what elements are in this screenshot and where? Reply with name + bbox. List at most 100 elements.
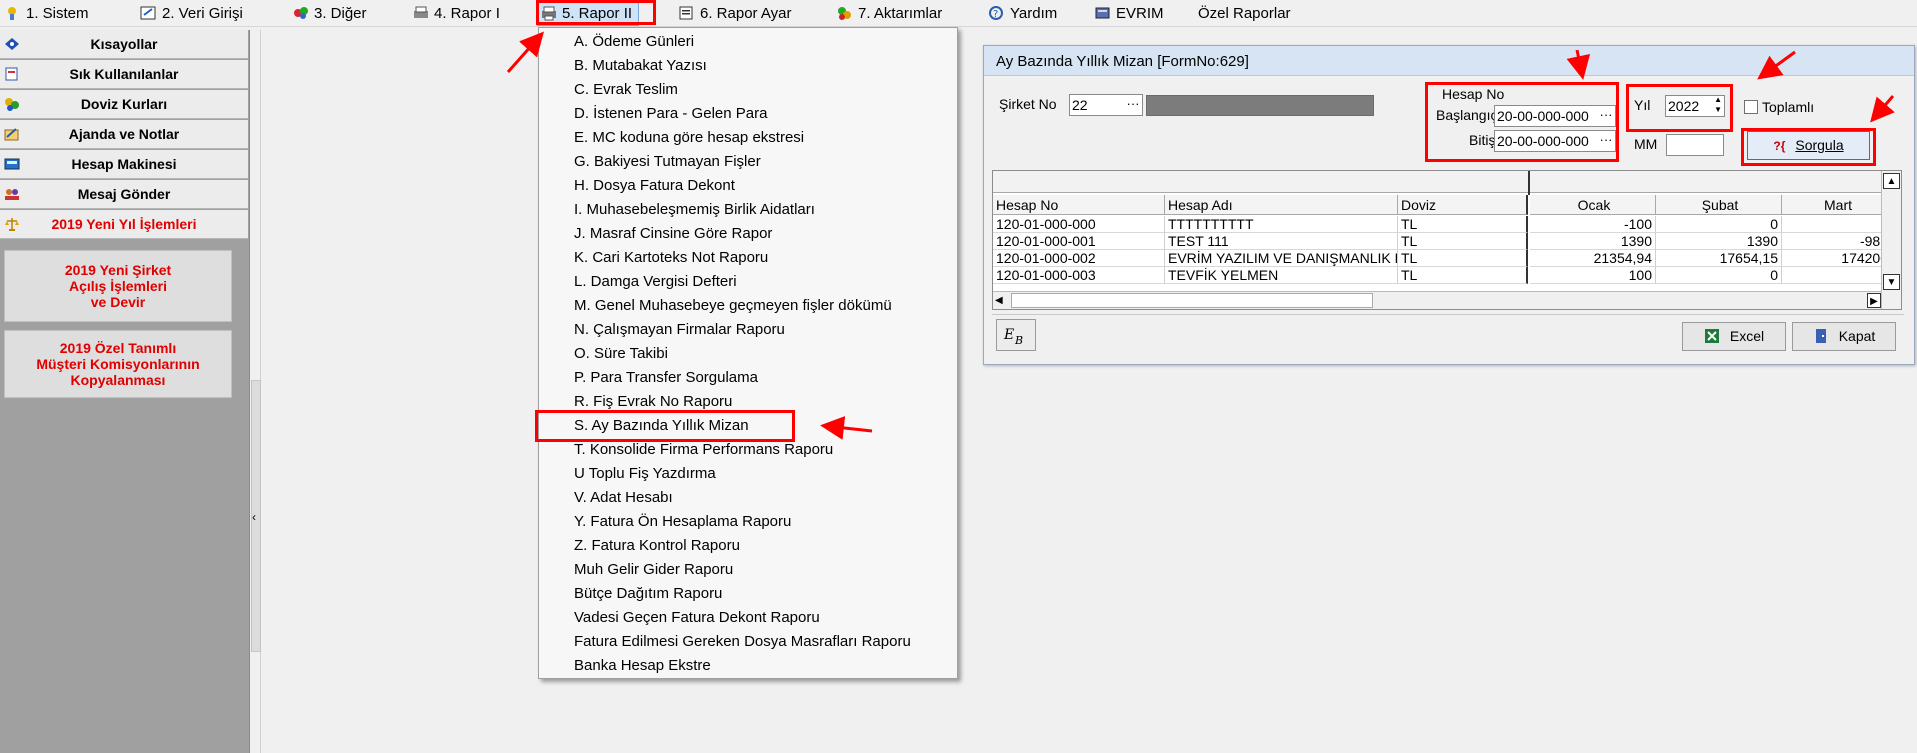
data-entry-icon xyxy=(140,6,156,20)
book-icon xyxy=(1095,7,1110,19)
table-cell: 21354,94 xyxy=(1530,250,1656,267)
year-spinner[interactable]: 2022 ▲ ▼ xyxy=(1665,95,1725,117)
scroll-down-icon[interactable]: ▼ xyxy=(1883,274,1900,290)
table-cell: TL xyxy=(1398,267,1528,284)
table-cell: 120-01-000-001 xyxy=(993,233,1165,250)
menu-item[interactable]: U Toplu Fiş Yazdırma xyxy=(574,463,716,485)
menu-item[interactable]: K. Cari Kartoteks Not Raporu xyxy=(574,247,768,269)
menu-sistem[interactable]: 1. Sistem xyxy=(2,2,89,25)
new-year-operations-button[interactable]: 2019 Yeni Yıl İşlemleri xyxy=(0,210,248,239)
menu-evrim[interactable]: EVRIM xyxy=(1092,2,1164,25)
menu-item[interactable]: Z. Fatura Kontrol Raporu xyxy=(574,535,740,557)
agenda-notes-button[interactable]: Ajanda ve Notlar xyxy=(0,120,248,149)
scroll-left-icon[interactable]: ◀ xyxy=(995,293,1009,308)
menu-veri-girisi[interactable]: 2. Veri Girişi xyxy=(138,2,243,25)
menu-item[interactable]: Vadesi Geçen Fatura Dekont Raporu xyxy=(574,607,820,629)
kapat-button[interactable]: Kapat xyxy=(1792,322,1896,351)
scales-icon xyxy=(5,218,19,231)
menu-item[interactable]: J. Masraf Cinsine Göre Rapor xyxy=(574,223,772,245)
menu-ozel-raporlar[interactable]: Özel Raporlar xyxy=(1196,2,1291,25)
calculator-icon xyxy=(4,158,20,170)
menu-item[interactable]: N. Çalışmayan Firmalar Raporu xyxy=(574,319,785,341)
menu-rapor-2[interactable]: 5. Rapor II xyxy=(536,1,640,26)
favorites-icon xyxy=(5,67,18,81)
system-icon xyxy=(8,7,16,20)
menu-item[interactable]: E. MC koduna göre hesap ekstresi xyxy=(574,127,804,149)
col-header-hesap-adi[interactable]: Hesap Adı xyxy=(1165,195,1398,215)
end-account-input[interactable]: 20-00-000-000 ··· xyxy=(1494,130,1616,152)
horizontal-scroll-thumb[interactable] xyxy=(1011,293,1373,308)
scroll-right-icon[interactable]: ▶ xyxy=(1867,293,1881,308)
sorgula-button[interactable]: ?{Sorgula xyxy=(1747,131,1870,160)
printer-icon xyxy=(542,6,556,21)
table-cell: 174200 xyxy=(1782,250,1892,267)
menu-item[interactable]: V. Adat Hesabı xyxy=(574,487,673,509)
table-cell: EVRİM YAZILIM VE DANIŞMANLIK LTD ŞTİ xyxy=(1165,250,1398,267)
menu-rapor-ayar[interactable]: 6. Rapor Ayar xyxy=(676,2,791,25)
svg-text:B: B xyxy=(1014,334,1023,347)
query-icon: ?{ xyxy=(1773,139,1786,153)
menu-item[interactable]: M. Genel Muhasebeye geçmeyen fişler dökü… xyxy=(574,295,892,317)
mm-input[interactable] xyxy=(1666,134,1724,156)
menu-yardim[interactable]: ? Yardım xyxy=(986,2,1057,25)
excel-button[interactable]: Excel xyxy=(1682,322,1786,351)
menu-item[interactable]: P. Para Transfer Sorgulama xyxy=(574,367,758,389)
menu-diger[interactable]: 3. Diğer xyxy=(290,2,367,25)
start-label: Başlangıç xyxy=(1436,107,1498,123)
send-message-button[interactable]: Mesaj Gönder xyxy=(0,180,248,209)
menu-item[interactable]: Banka Hesap Ekstre xyxy=(574,655,711,677)
menu-item[interactable]: R. Fiş Evrak No Raporu xyxy=(574,391,732,413)
start-account-input[interactable]: 20-00-000-000 ··· xyxy=(1494,105,1616,127)
col-header-mart[interactable]: Mart xyxy=(1782,195,1892,215)
favorites-button[interactable]: Sık Kullanılanlar xyxy=(0,60,248,89)
vertical-scrollbar[interactable]: ▲ ▼ xyxy=(1881,171,1901,309)
col-header-hesap-no[interactable]: Hesap No xyxy=(993,195,1165,215)
toplamli-checkbox[interactable] xyxy=(1744,100,1758,114)
menu-item[interactable]: H. Dosya Fatura Dekont xyxy=(574,175,735,197)
col-header-subat[interactable]: Şubat xyxy=(1656,195,1782,215)
menu-item[interactable]: L. Damga Vergisi Defteri xyxy=(574,271,737,293)
table-cell: 17654,15 xyxy=(1656,250,1782,267)
menu-item[interactable]: S. Ay Bazında Yıllık Mizan xyxy=(574,415,749,437)
table-cell: 0 xyxy=(1656,216,1782,233)
footer-divider xyxy=(992,314,1904,315)
menu-item[interactable]: I. Muhasebeleşmemiş Birlik Aidatları xyxy=(574,199,815,221)
end-account-lookup-button[interactable]: ··· xyxy=(1598,131,1614,149)
menu-item[interactable]: D. İstenen Para - Gelen Para xyxy=(574,103,767,125)
company-lookup-button[interactable]: ··· xyxy=(1125,95,1141,113)
shortcuts-button[interactable]: Kısayollar xyxy=(0,30,248,59)
menu-item[interactable]: B. Mutabakat Yazısı xyxy=(574,55,707,77)
spinner-arrows-icon[interactable]: ▲ ▼ xyxy=(1714,96,1722,115)
chevron-left-icon[interactable]: ‹ xyxy=(252,510,256,524)
calculator-button[interactable]: Hesap Makinesi xyxy=(0,150,248,179)
left-panel: Kısayollar Sık Kullanılanlar Doviz Kurla… xyxy=(0,30,250,753)
scroll-up-icon[interactable]: ▲ xyxy=(1883,173,1900,189)
company-no-input[interactable]: 22 ··· xyxy=(1069,94,1143,116)
panel-splitter[interactable]: ‹ xyxy=(251,30,261,753)
menu-item[interactable]: O. Süre Takibi xyxy=(574,343,668,365)
horizontal-scrollbar[interactable]: ◀ ▶ xyxy=(993,291,1883,309)
col-header-doviz[interactable]: Doviz xyxy=(1398,195,1528,215)
menu-bar: 1. Sistem 2. Veri Girişi 3. Diğer 4. Rap… xyxy=(0,0,1917,27)
menu-item[interactable]: T. Konsolide Firma Performans Raporu xyxy=(574,439,833,461)
eb-logo-button[interactable]: EB xyxy=(996,319,1036,351)
menu-rapor-1[interactable]: 4. Rapor I xyxy=(410,2,500,25)
menu-item[interactable]: G. Bakiyesi Tutmayan Fişler xyxy=(574,151,761,173)
table-cell: 1390 xyxy=(1656,233,1782,250)
help-icon: ? xyxy=(989,6,1003,20)
menu-item[interactable]: Muh Gelir Gider Raporu xyxy=(574,559,733,581)
col-header-ocak[interactable]: Ocak xyxy=(1530,195,1656,215)
menu-item[interactable]: Fatura Edilmesi Gereken Dosya Masrafları… xyxy=(574,631,911,653)
menu-item[interactable]: C. Evrak Teslim xyxy=(574,79,678,101)
menu-item[interactable]: Y. Fatura Ön Hesaplama Raporu xyxy=(574,511,791,533)
start-account-lookup-button[interactable]: ··· xyxy=(1598,106,1614,124)
customer-commission-copy-button[interactable]: 2019 Özel Tanımlı Müşteri Komisyonlarını… xyxy=(4,330,232,398)
results-grid[interactable]: Hesap No Hesap Adı Doviz Ocak Şubat Mart… xyxy=(992,170,1902,310)
currency-rates-button[interactable]: Doviz Kurları xyxy=(0,90,248,119)
company-no-label: Şirket No xyxy=(999,96,1057,112)
menu-item[interactable]: Bütçe Dağıtım Raporu xyxy=(574,583,722,605)
menu-item[interactable]: A. Ödeme Günleri xyxy=(574,31,694,53)
new-company-opening-button[interactable]: 2019 Yeni Şirket Açılış İşlemleri ve Dev… xyxy=(4,250,232,322)
svg-text:E: E xyxy=(1003,327,1014,343)
menu-aktarimlar[interactable]: 7. Aktarımlar xyxy=(834,2,942,25)
